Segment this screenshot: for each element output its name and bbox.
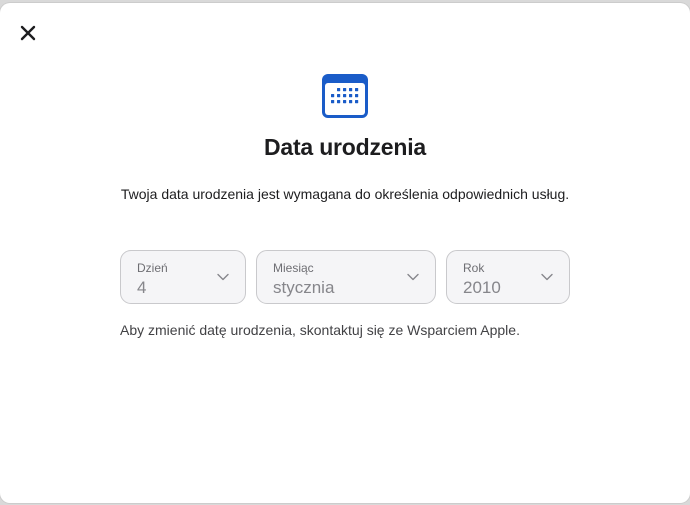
day-label: Dzień	[137, 261, 168, 275]
support-note: Aby zmienić datę urodzenia, skontaktuj s…	[120, 322, 520, 338]
month-select[interactable]: Miesiąc stycznia	[256, 250, 436, 304]
dialog-title: Data urodzenia	[263, 134, 427, 160]
month-value: stycznia	[273, 278, 335, 297]
day-select[interactable]: Dzień 4	[120, 250, 246, 304]
day-value: 4	[137, 278, 147, 297]
dialog-subtitle: Twoja data urodzenia jest wymagana do ok…	[120, 186, 570, 202]
year-label: Rok	[463, 261, 485, 275]
year-select[interactable]: Rok 2010	[446, 250, 570, 304]
birthdate-dialog: Data urodzenia Twoja data urodzenia jest…	[0, 3, 690, 503]
chevron-down-icon	[407, 273, 419, 281]
year-value: 2010	[463, 278, 501, 297]
chevron-down-icon	[541, 273, 553, 281]
calendar-icon	[322, 74, 368, 118]
chevron-down-icon	[217, 273, 229, 281]
close-icon	[20, 25, 36, 41]
month-label: Miesiąc	[273, 261, 314, 275]
close-button[interactable]	[16, 21, 40, 45]
